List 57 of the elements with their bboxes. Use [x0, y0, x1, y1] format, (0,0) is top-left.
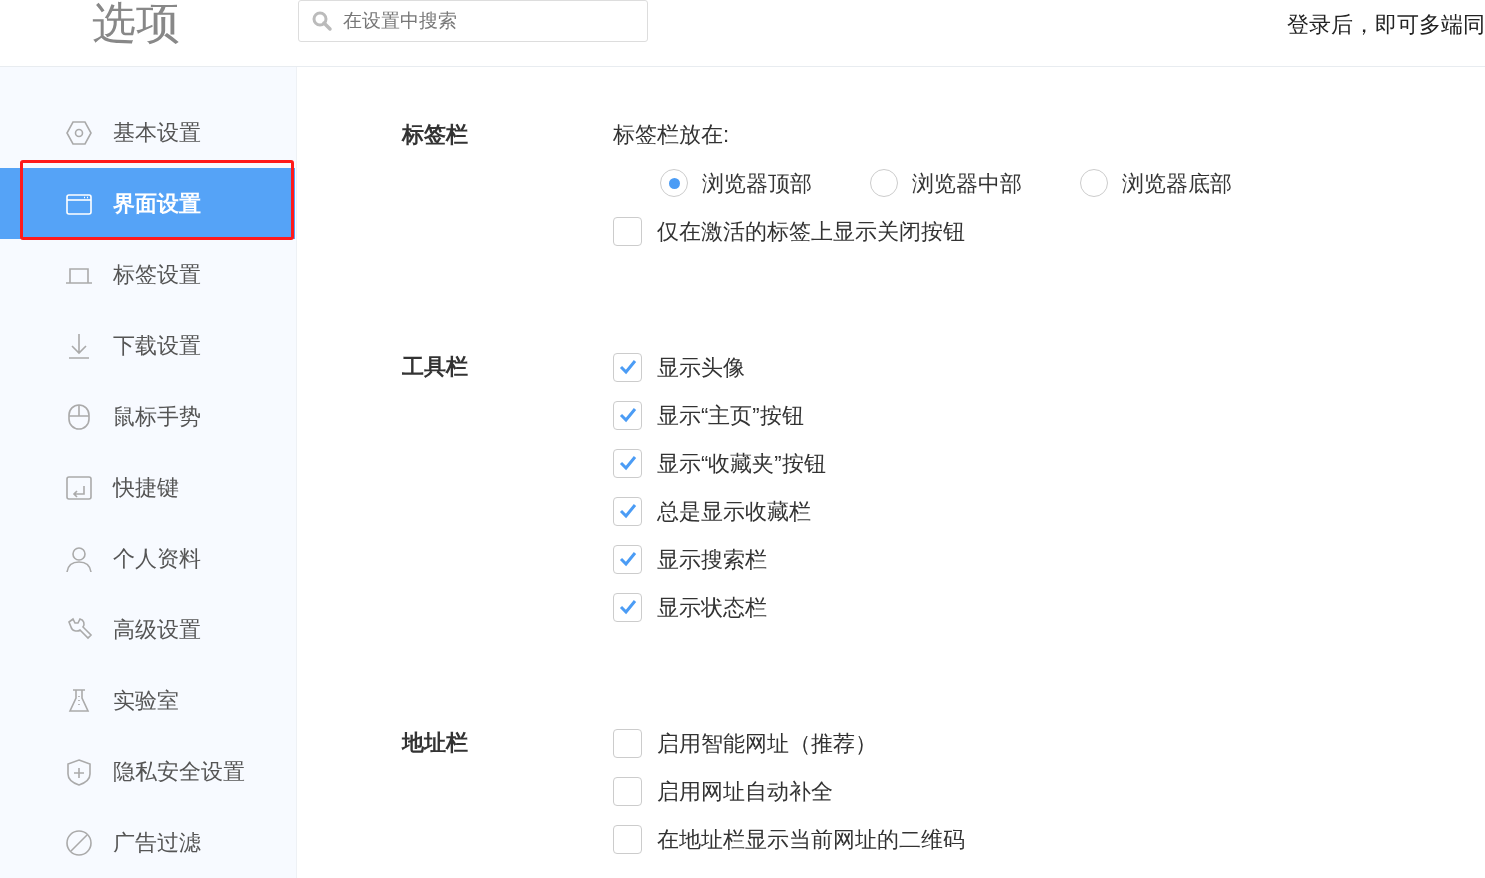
- checkbox[interactable]: [613, 496, 642, 526]
- checkbox[interactable]: [613, 448, 642, 478]
- section-title: 工具栏: [402, 353, 469, 381]
- shield-icon: [65, 757, 93, 786]
- radio-button[interactable]: [660, 169, 688, 197]
- search-input[interactable]: 在设置中搜索: [343, 6, 623, 36]
- checkbox[interactable]: [613, 824, 642, 854]
- checkbox[interactable]: [613, 592, 642, 622]
- radio-option[interactable]: 浏览器顶部: [660, 165, 812, 201]
- checkbox-option[interactable]: 在地址栏显示当前网址的二维码: [613, 821, 965, 857]
- search-field[interactable]: 在设置中搜索: [298, 0, 648, 42]
- keyboard-key-icon: [65, 473, 93, 502]
- check-icon: [617, 405, 638, 425]
- sidebar-item[interactable]: 标签设置: [0, 239, 295, 310]
- sidebar-item[interactable]: 高级设置: [0, 594, 295, 665]
- radio-option[interactable]: 浏览器中部: [870, 165, 1022, 201]
- checkbox-option[interactable]: 显示搜索栏: [613, 541, 826, 577]
- sidebar-item[interactable]: 隐私安全设置: [0, 736, 295, 807]
- radio-option[interactable]: 浏览器底部: [1080, 165, 1232, 201]
- checkbox-option[interactable]: 启用网址自动补全: [613, 773, 965, 809]
- check-icon: [617, 501, 638, 521]
- checkbox-option[interactable]: 显示状态栏: [613, 589, 826, 625]
- checkbox-option[interactable]: 显示“收藏夹”按钮: [613, 445, 826, 481]
- section-title: 标签栏: [402, 121, 469, 149]
- sidebar-item[interactable]: 广告过滤: [0, 807, 295, 878]
- checkbox[interactable]: [613, 216, 642, 246]
- option-label: 标签栏放在:: [613, 121, 731, 149]
- sidebar-item[interactable]: 基本设置: [0, 97, 295, 168]
- sidebar-item[interactable]: 鼠标手势: [0, 381, 295, 452]
- checkbox-option[interactable]: 启用智能网址（推荐）: [613, 725, 965, 761]
- sidebar-item[interactable]: 下载设置: [0, 310, 295, 381]
- check-icon: [617, 597, 638, 617]
- check-icon: [617, 453, 638, 473]
- search-icon: [311, 10, 333, 32]
- checkbox[interactable]: [613, 728, 642, 758]
- user-icon: [65, 544, 93, 573]
- checkbox[interactable]: [613, 400, 642, 430]
- checkbox-option[interactable]: 显示“主页”按钮: [613, 397, 826, 433]
- checkbox-option[interactable]: 仅在激活的标签上显示关闭按钮: [613, 213, 1232, 249]
- checkbox[interactable]: [613, 544, 642, 574]
- checkbox-option[interactable]: 显示头像: [613, 349, 826, 385]
- radio-button[interactable]: [870, 169, 898, 197]
- radio-button[interactable]: [1080, 169, 1108, 197]
- check-icon: [617, 357, 638, 377]
- gear-icon: [65, 118, 93, 147]
- check-icon: [617, 549, 638, 569]
- checkbox[interactable]: [613, 776, 642, 806]
- sidebar-item[interactable]: 快捷键: [0, 452, 295, 523]
- page-title: 选项: [91, 1, 181, 45]
- sidebar-item[interactable]: 实验室: [0, 665, 295, 736]
- checkbox-option[interactable]: 总是显示收藏栏: [613, 493, 826, 529]
- sidebar-item[interactable]: 个人资料: [0, 523, 295, 594]
- login-hint: 登录后，即可多端同: [1287, 11, 1485, 39]
- block-icon: [65, 828, 93, 857]
- mouse-icon: [65, 402, 93, 431]
- section-title: 地址栏: [402, 729, 469, 757]
- checkbox[interactable]: [613, 352, 642, 382]
